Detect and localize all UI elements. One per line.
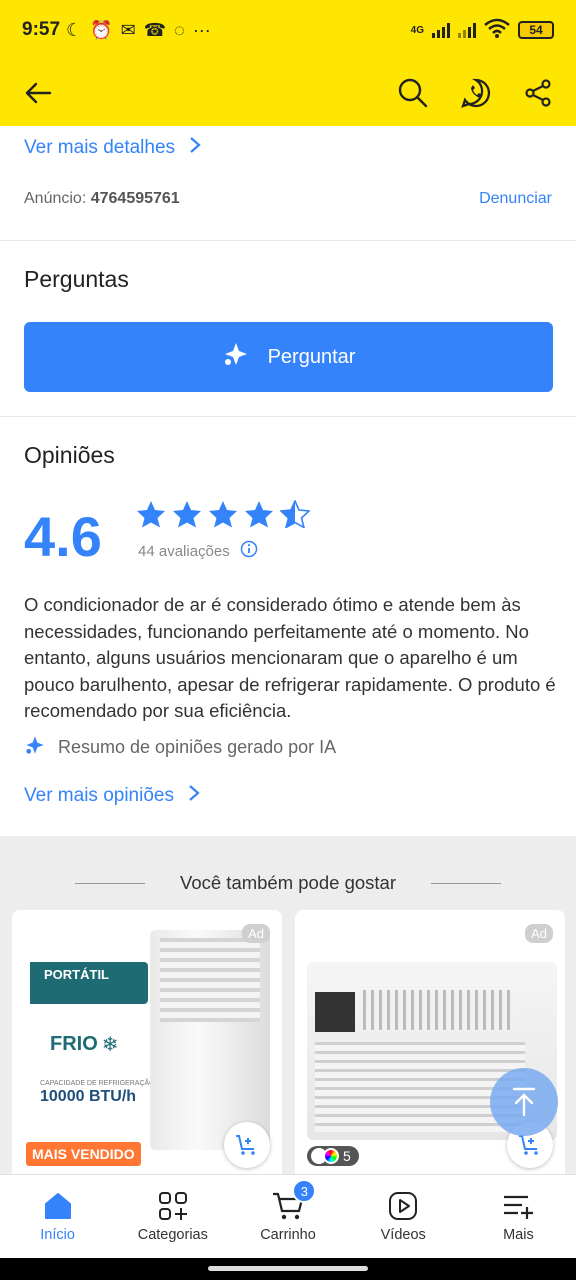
whatsapp-icon: ◌ xyxy=(174,19,185,40)
share-icon[interactable] xyxy=(524,79,552,107)
ac-control-panel xyxy=(315,992,355,1032)
nav-cart-label: Carrinho xyxy=(260,1226,316,1243)
vent-grille xyxy=(160,938,260,1022)
video-icon xyxy=(389,1191,418,1220)
product-card[interactable]: PORTÁTIL FRIO ❄ CAPACIDADE DE REFRIGERAÇ… xyxy=(12,910,282,1174)
moon-icon: ☾ xyxy=(66,19,83,40)
nav-cart[interactable]: 3 Carrinho xyxy=(230,1175,345,1258)
ask-question-label: Perguntar xyxy=(267,345,356,368)
see-more-opinions-label: Ver mais opiniões xyxy=(24,785,174,806)
capacity-value: 10000 BTU/h xyxy=(40,1088,137,1105)
arrow-up-icon xyxy=(512,1087,536,1117)
battery-icon: 54 xyxy=(518,21,554,39)
report-link[interactable]: Denunciar xyxy=(479,190,552,208)
search-icon[interactable] xyxy=(398,78,428,108)
status-time: 9:57 xyxy=(22,19,61,40)
color-swatch xyxy=(323,1148,339,1164)
nav-more-label: Mais xyxy=(503,1226,534,1243)
see-more-opinions-link[interactable]: Ver mais opiniões xyxy=(24,784,200,808)
back-arrow-icon[interactable] xyxy=(24,81,52,105)
star-icon xyxy=(137,501,165,528)
menu-plus-icon xyxy=(504,1195,534,1219)
ad-tag: Ad xyxy=(525,924,553,943)
best-seller-badge: MAIS VENDIDO xyxy=(26,1142,141,1166)
ad-id-row: Anúncio: 4764595761 xyxy=(24,190,180,208)
ask-question-button[interactable]: Perguntar xyxy=(24,322,553,392)
gesture-bar xyxy=(0,1258,576,1280)
ad-id-label: Anúncio: xyxy=(24,190,87,207)
see-more-details-label: Ver mais detalhes xyxy=(24,137,176,158)
see-more-details-link[interactable]: Ver mais detalhes xyxy=(24,136,201,160)
add-to-cart-button[interactable] xyxy=(224,1122,270,1168)
add-cart-icon xyxy=(236,1135,255,1155)
signal-icon xyxy=(432,22,450,38)
more-notifications: ··· xyxy=(192,19,211,40)
chevron-right-icon xyxy=(189,136,201,160)
status-icons: ☾ ⏰ ✉ ☎ ◌ ··· xyxy=(66,20,211,41)
reviews-count-row: 44 avaliações xyxy=(138,540,258,562)
status-bar: 9:57 ☾ ⏰ ✉ ☎ ◌ ··· 4G 54 xyxy=(0,0,576,60)
network-label: 4G xyxy=(410,24,424,36)
product-content: Ver mais detalhes Anúncio: 4764595761 De… xyxy=(0,126,576,1174)
scroll-to-top-button[interactable] xyxy=(490,1068,558,1136)
ai-summary-note: Resumo de opiniões gerado por IA xyxy=(24,734,336,761)
opinions-title: Opiniões xyxy=(24,442,115,468)
ad-tag: Ad xyxy=(242,924,270,943)
opinions-summary: O condicionador de ar é considerado ótim… xyxy=(24,594,556,721)
nav-categories-label: Categorias xyxy=(137,1226,208,1243)
star-icon xyxy=(245,501,273,528)
color-count: 5 xyxy=(343,1148,351,1164)
nav-categories[interactable]: Categorias xyxy=(115,1175,230,1258)
bottom-navigation: Início Categorias 3 Carrinho Vídeos Mais xyxy=(0,1174,576,1258)
chat-icon: ✉ xyxy=(120,19,136,40)
categories-icon xyxy=(158,1191,187,1220)
rating-value: 4.6 xyxy=(24,505,102,568)
portable-ac-image xyxy=(150,930,270,1150)
color-variants-badge: 5 xyxy=(307,1146,359,1166)
star-icon xyxy=(209,501,237,528)
ad-id-value: 4764595761 xyxy=(90,190,180,207)
sparkle-icon xyxy=(24,734,46,761)
half-star-icon xyxy=(280,500,310,528)
nav-home-label: Início xyxy=(40,1226,75,1243)
nav-home[interactable]: Início xyxy=(0,1175,115,1258)
nav-videos-label: Vídeos xyxy=(380,1226,426,1243)
portable-banner: PORTÁTIL xyxy=(30,962,148,1004)
app-bar xyxy=(0,60,576,126)
info-icon[interactable] xyxy=(240,540,258,562)
divider xyxy=(431,883,501,884)
wifi-icon xyxy=(484,18,510,43)
sparkle-icon xyxy=(222,340,250,374)
nav-videos[interactable]: Vídeos xyxy=(346,1175,461,1258)
reviews-count: 44 avaliações xyxy=(138,542,230,560)
cold-label: FRIO ❄ xyxy=(50,1032,119,1057)
add-cart-icon xyxy=(519,1135,538,1155)
divider xyxy=(0,240,576,241)
rating-stars xyxy=(136,500,310,528)
capacity-caption: CAPACIDADE DE REFRIGERAÇÃO xyxy=(40,1080,155,1087)
snowflake-icon: ❄ xyxy=(101,1034,119,1056)
alarm-icon: ⏰ xyxy=(90,19,113,40)
questions-title: Perguntas xyxy=(24,266,129,292)
whatsapp-share-icon[interactable] xyxy=(460,77,492,109)
missed-call-icon: ☎ xyxy=(143,19,167,40)
divider xyxy=(0,416,576,417)
recommendations-section: Você também pode gostar PORTÁTIL FRIO ❄ … xyxy=(0,836,576,1174)
star-icon xyxy=(173,501,201,528)
portable-label: PORTÁTIL xyxy=(44,967,109,982)
cart-badge: 3 xyxy=(292,1179,317,1203)
gesture-handle[interactable] xyxy=(208,1266,368,1271)
vent-grille xyxy=(363,990,513,1030)
cold-text: FRIO xyxy=(50,1033,98,1055)
signal-icon-2 xyxy=(458,22,476,38)
nav-more[interactable]: Mais xyxy=(461,1175,576,1258)
ai-summary-label: Resumo de opiniões gerado por IA xyxy=(58,737,337,757)
chevron-right-icon xyxy=(188,784,200,808)
home-icon xyxy=(44,1192,71,1219)
